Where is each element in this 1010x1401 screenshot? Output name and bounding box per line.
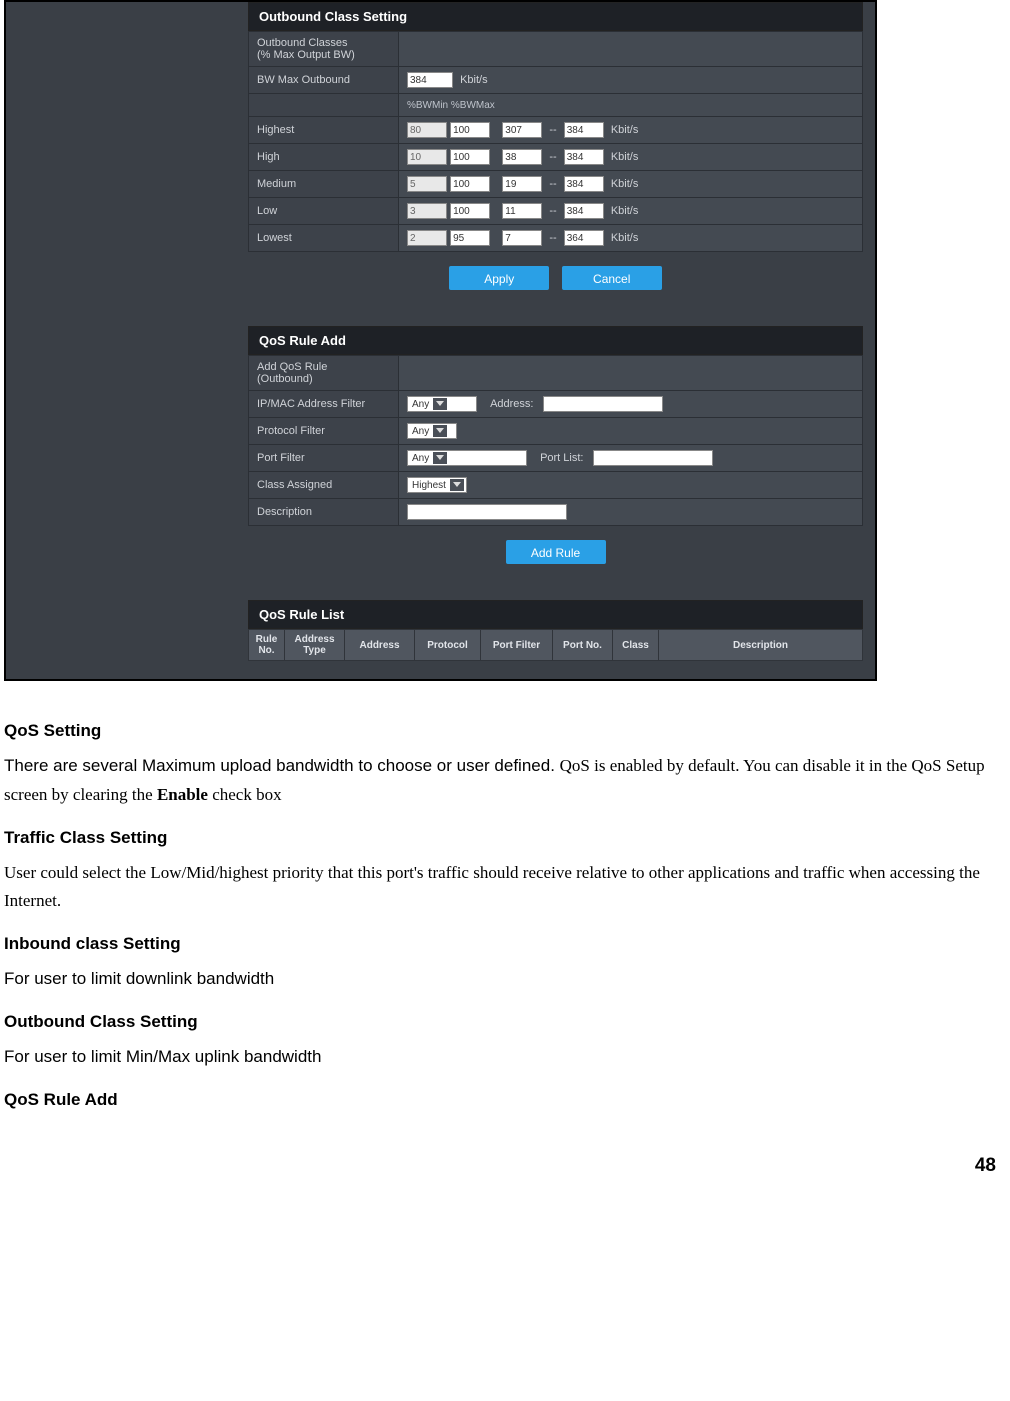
col-rule-no: Rule No. — [249, 630, 285, 661]
col-port-no: Port No. — [553, 630, 613, 661]
class-assigned-select[interactable]: Highest — [407, 477, 467, 493]
col-class: Class — [613, 630, 659, 661]
chevron-down-icon — [433, 452, 447, 464]
para-inbound-class: For user to limit downlink bandwidth — [4, 965, 988, 994]
para-outbound-class: For user to limit Min/Max uplink bandwid… — [4, 1043, 988, 1072]
outbound-class-panel: Outbound Class Setting Outbound Classes … — [248, 2, 863, 304]
page-number: 48 — [0, 1121, 1010, 1185]
description-label: Description — [249, 499, 399, 526]
port-filter-label: Port Filter — [249, 445, 399, 472]
address-input[interactable] — [543, 396, 663, 412]
left-gutter — [6, 2, 248, 679]
router-screenshot: Outbound Class Setting Outbound Classes … — [4, 0, 877, 681]
medium-calcmax — [564, 176, 604, 192]
heading-traffic-class: Traffic Class Setting — [4, 824, 988, 853]
highest-max-input[interactable] — [450, 122, 490, 138]
heading-qos-setting: QoS Setting — [4, 717, 988, 746]
bw-max-unit: Kbit/s — [460, 74, 488, 86]
ipmac-filter-select[interactable]: Any — [407, 396, 477, 412]
highest-calcmin — [502, 122, 542, 138]
outbound-panel-title: Outbound Class Setting — [248, 2, 863, 31]
add-rule-button[interactable]: Add Rule — [506, 540, 606, 564]
bw-subheader: %BWMin %BWMax — [407, 100, 495, 111]
priority-highest-label: Highest — [249, 117, 399, 144]
medium-calcmin — [502, 176, 542, 192]
low-calcmin — [502, 203, 542, 219]
medium-max-input[interactable] — [450, 176, 490, 192]
col-port-filter: Port Filter — [481, 630, 553, 661]
priority-medium-label: Medium — [249, 171, 399, 198]
bw-max-outbound-label: BW Max Outbound — [249, 67, 399, 94]
para-traffic-class: User could select the Low/Mid/highest pr… — [4, 859, 988, 917]
bw-max-outbound-input[interactable] — [407, 72, 453, 88]
qos-rule-list-panel: QoS Rule List Rule No. Address Type Addr… — [248, 600, 863, 661]
priority-low-label: Low — [249, 198, 399, 225]
outbound-classes-label: Outbound Classes (% Max Output BW) — [249, 32, 399, 67]
description-input[interactable] — [407, 504, 567, 520]
chevron-down-icon — [433, 425, 447, 437]
low-min-input[interactable] — [407, 203, 447, 219]
para-qos-setting: There are several Maximum upload bandwid… — [4, 752, 988, 810]
portlist-input[interactable] — [593, 450, 713, 466]
port-filter-select[interactable]: Any — [407, 450, 527, 466]
col-protocol: Protocol — [415, 630, 481, 661]
col-address-type: Address Type — [285, 630, 345, 661]
lowest-calcmin — [502, 230, 542, 246]
address-label: Address: — [490, 398, 533, 410]
cancel-button[interactable]: Cancel — [562, 266, 662, 290]
highest-min-input[interactable] — [407, 122, 447, 138]
apply-button[interactable]: Apply — [449, 266, 549, 290]
high-min-input[interactable] — [407, 149, 447, 165]
low-calcmax — [564, 203, 604, 219]
chevron-down-icon — [433, 398, 447, 410]
priority-lowest-label: Lowest — [249, 225, 399, 252]
protocol-filter-label: Protocol Filter — [249, 418, 399, 445]
heading-outbound-class: Outbound Class Setting — [4, 1008, 988, 1037]
lowest-min-input[interactable] — [407, 230, 447, 246]
medium-min-input[interactable] — [407, 176, 447, 192]
ruleadd-panel-title: QoS Rule Add — [248, 326, 863, 355]
portlist-label: Port List: — [540, 452, 583, 464]
class-assigned-label: Class Assigned — [249, 472, 399, 499]
qos-rule-add-panel: QoS Rule Add Add QoS Rule (Outbound) IP/… — [248, 326, 863, 578]
chevron-down-icon — [450, 479, 464, 491]
lowest-calcmax — [564, 230, 604, 246]
low-max-input[interactable] — [450, 203, 490, 219]
ipmac-filter-label: IP/MAC Address Filter — [249, 391, 399, 418]
protocol-filter-select[interactable]: Any — [407, 423, 457, 439]
col-description: Description — [659, 630, 863, 661]
lowest-max-input[interactable] — [450, 230, 490, 246]
document-body: QoS Setting There are several Maximum up… — [0, 681, 1000, 1115]
high-calcmin — [502, 149, 542, 165]
add-qos-rule-label: Add QoS Rule (Outbound) — [249, 356, 399, 391]
highest-calcmax — [564, 122, 604, 138]
high-calcmax — [564, 149, 604, 165]
heading-inbound-class: Inbound class Setting — [4, 930, 988, 959]
heading-qos-rule-add: QoS Rule Add — [4, 1086, 988, 1115]
priority-high-label: High — [249, 144, 399, 171]
high-max-input[interactable] — [450, 149, 490, 165]
col-address: Address — [345, 630, 415, 661]
rulelist-panel-title: QoS Rule List — [248, 600, 863, 629]
